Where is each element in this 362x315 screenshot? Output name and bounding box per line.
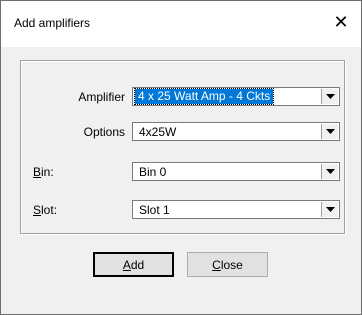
chevron-down-icon[interactable] [321, 124, 338, 139]
amplifier-label: Amplifier [78, 90, 125, 104]
bin-value: Bin 0 [139, 165, 167, 179]
add-button[interactable]: Add [93, 252, 174, 277]
bin-label-rest: in: [41, 165, 54, 179]
bin-dropdown[interactable]: Bin 0 [132, 162, 340, 181]
close-icon[interactable]: ✕ [330, 11, 352, 33]
slot-label: Slot: [33, 203, 73, 217]
chevron-down-icon[interactable] [321, 202, 338, 217]
slot-value: Slot 1 [139, 203, 170, 217]
close-button-label: Close [212, 258, 243, 272]
options-dropdown[interactable]: 4x25W [132, 122, 340, 141]
bin-label-mnemonic: B [33, 165, 42, 179]
close-button-mnemonic: C [212, 257, 221, 272]
slot-dropdown[interactable]: Slot 1 [132, 200, 340, 219]
slot-label-rest: lot: [41, 203, 58, 217]
amplifier-dropdown[interactable]: 4 x 25 Watt Amp - 4 Ckts [132, 87, 340, 106]
options-value: 4x25W [139, 125, 177, 139]
close-button-label-rest: lose [220, 257, 243, 272]
bin-label: Bin: [33, 165, 73, 179]
options-label: Options [83, 125, 125, 139]
default-button-focus-ring [96, 255, 171, 274]
window-title: Add amplifiers [14, 16, 91, 30]
chevron-down-icon[interactable] [321, 89, 338, 104]
title-bar[interactable]: Add amplifiers ✕ [1, 1, 361, 47]
close-button[interactable]: Close [187, 252, 268, 277]
amplifier-value: 4 x 25 Watt Amp - 4 Ckts [133, 88, 275, 105]
add-amplifiers-dialog: Add amplifiers ✕ Amplifier 4 x 25 Watt A… [0, 0, 362, 315]
chevron-down-icon[interactable] [321, 164, 338, 179]
slot-label-mnemonic: S [33, 203, 42, 217]
